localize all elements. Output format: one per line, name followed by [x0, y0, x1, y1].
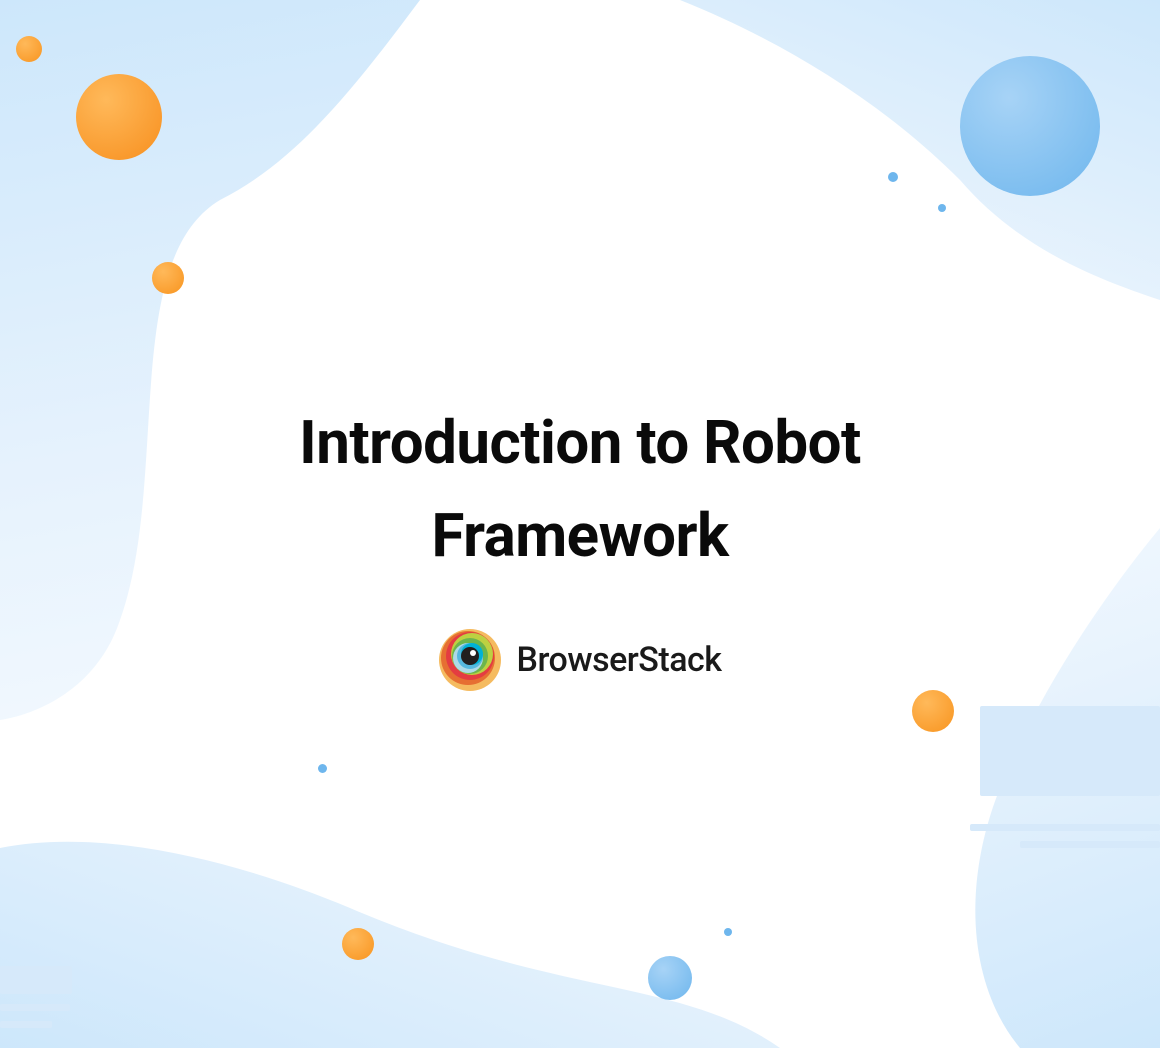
browserstack-logo-icon [438, 628, 502, 692]
page-title: Introduction to Robot Framework [170, 396, 990, 582]
brand-row: BrowserStack [438, 628, 721, 692]
main-content: Introduction to Robot Framework BrowserS… [0, 0, 1160, 1048]
brand-name: BrowserStack [516, 640, 721, 680]
